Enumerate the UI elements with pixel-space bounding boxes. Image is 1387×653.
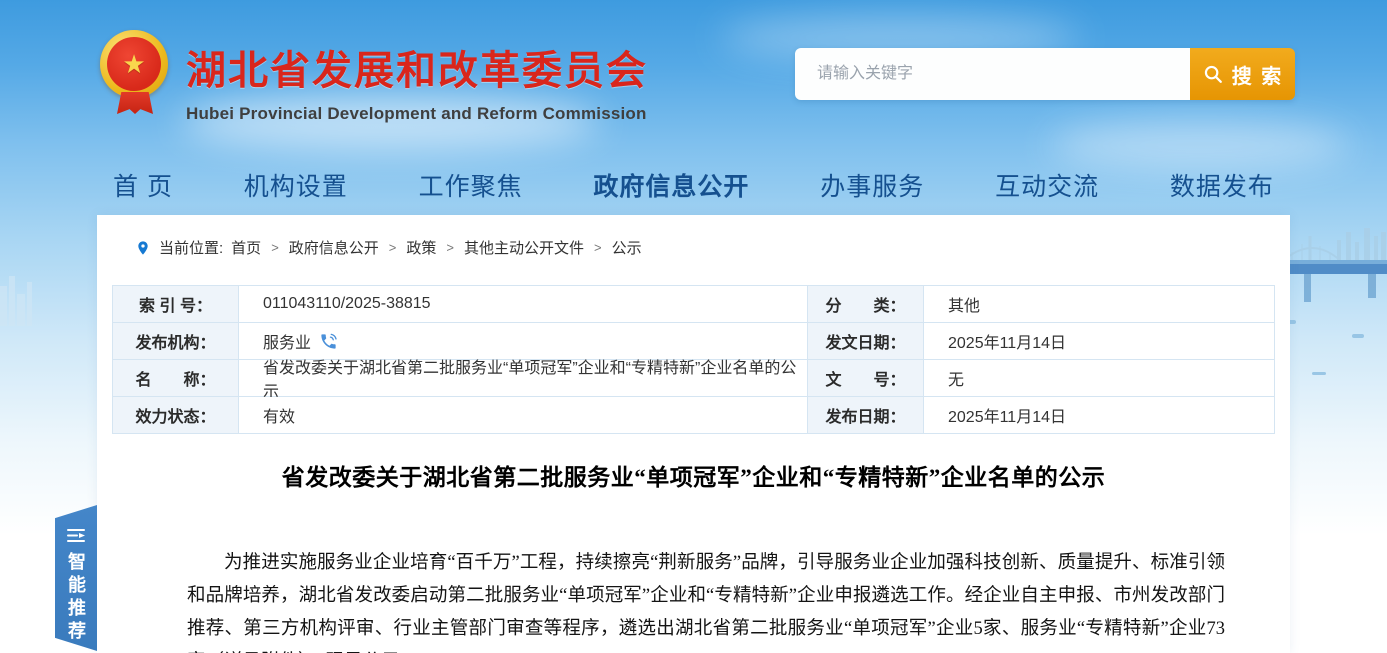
breadcrumb-prefix: 当前位置: [159,237,223,258]
nav-item[interactable]: 互动交流 [995,167,1099,203]
breadcrumb-separator: > [389,240,397,255]
recommend-list-icon [66,527,86,544]
search-input[interactable] [795,48,1190,100]
breadcrumb-trail: 首页 > 政府信息公开 > 政策 > 其他主动公开文件 > 公示 [231,237,641,258]
logo-area: ★ 湖北省发展和改革委员会 Hubei Provincial Developme… [100,30,648,124]
bridge-art [1282,222,1387,457]
site-title: 湖北省发展和改革委员会 [186,38,648,96]
smart-recommend-widget[interactable]: 智能推荐 [55,505,97,651]
nav-item[interactable]: 数据发布 [1170,167,1274,203]
meta-value-text: 省发改委关于湖北省第二批服务业“单项冠军”企业和“专精特新”企业名单的公示 [263,354,807,402]
meta-label: 发文日期： [808,323,923,359]
breadcrumb-link[interactable]: 首页 [231,237,261,258]
national-emblem-logo: ★ [100,30,170,118]
meta-value: 省发改委关于湖北省第二批服务业“单项冠军”企业和“专精特新”企业名单的公示 [239,360,807,396]
search-button[interactable]: 搜 索 [1190,48,1295,100]
location-pin-icon [135,238,151,258]
meta-value-text: 2025年11月14日 [948,329,1066,353]
meta-value-text: 有效 [263,403,295,427]
nav-item[interactable]: 工作聚焦 [419,167,523,203]
meta-value: 2025年11月14日 [924,397,1274,433]
search-box: 搜 索 [795,48,1295,100]
breadcrumb-separator: > [271,240,279,255]
nav-item[interactable]: 首 页 [113,167,173,203]
meta-table: 索 引 号： 011043110/2025-38815 分 类： 其他发布机构： 服务业… [112,285,1275,434]
breadcrumb: 当前位置: 首页 > 政府信息公开 > 政策 > 其他主动公开文件 > 公示 [135,237,642,258]
meta-value-text: 服务业 [263,329,311,353]
breadcrumb-link[interactable]: 公示 [612,237,642,258]
meta-value-text: 无 [948,366,964,390]
search-icon [1202,63,1224,85]
meta-value: 其他 [924,286,1274,322]
emblem-ribbon [117,92,153,114]
article-title: 省发改委关于湖北省第二批服务业“单项冠军”企业和“专精特新”企业名单的公示 [157,458,1230,492]
city-skyline-art [0,268,40,348]
meta-value: 有效 [239,397,807,433]
search-button-label: 搜 索 [1232,60,1284,89]
meta-value: 2025年11月14日 [924,323,1274,359]
site-header: ★ 湖北省发展和改革委员会 Hubei Provincial Developme… [0,0,1387,150]
meta-label: 分 类： [808,286,923,322]
breadcrumb-separator: > [446,240,454,255]
nav-item[interactable]: 办事服务 [820,167,924,203]
site-subtitle-en: Hubei Provincial Development and Reform … [186,104,648,124]
meta-value-text: 2025年11月14日 [948,403,1066,427]
breadcrumb-link[interactable]: 政府信息公开 [289,237,379,258]
nav-item[interactable]: 机构设置 [244,167,348,203]
phone-icon[interactable] [319,332,338,351]
star-icon: ★ [122,51,145,77]
breadcrumb-link[interactable]: 其他主动公开文件 [464,237,584,258]
meta-label: 发布机构： [113,323,238,359]
meta-label: 效力状态： [113,397,238,433]
meta-label: 索 引 号： [113,286,238,322]
page: ★ 湖北省发展和改革委员会 Hubei Provincial Developme… [0,0,1387,653]
breadcrumb-separator: > [594,240,602,255]
meta-value-text: 其他 [948,292,980,316]
content-panel: 当前位置: 首页 > 政府信息公开 > 政策 > 其他主动公开文件 > 公示 索 引 号： 011… [97,215,1290,653]
main-nav: 首 页 机构设置 工作聚焦 政府信息公开 办事服务 互动交流 数据发布 [97,162,1290,208]
meta-label: 文 号： [808,360,923,396]
emblem-core: ★ [107,37,161,91]
breadcrumb-link[interactable]: 政策 [406,237,436,258]
article-body: 为推进实施服务业企业培育“百千万”工程，持续擦亮“荆新服务”品牌，引导服务业企业… [187,547,1225,653]
smart-recommend-label: 智能推荐 [67,552,85,644]
nav-item[interactable]: 政府信息公开 [593,167,749,203]
meta-value-text: 011043110/2025-38815 [263,295,431,313]
meta-value: 011043110/2025-38815 [239,286,807,322]
meta-label: 发布日期： [808,397,923,433]
meta-value: 无 [924,360,1274,396]
meta-label: 名 称： [113,360,238,396]
